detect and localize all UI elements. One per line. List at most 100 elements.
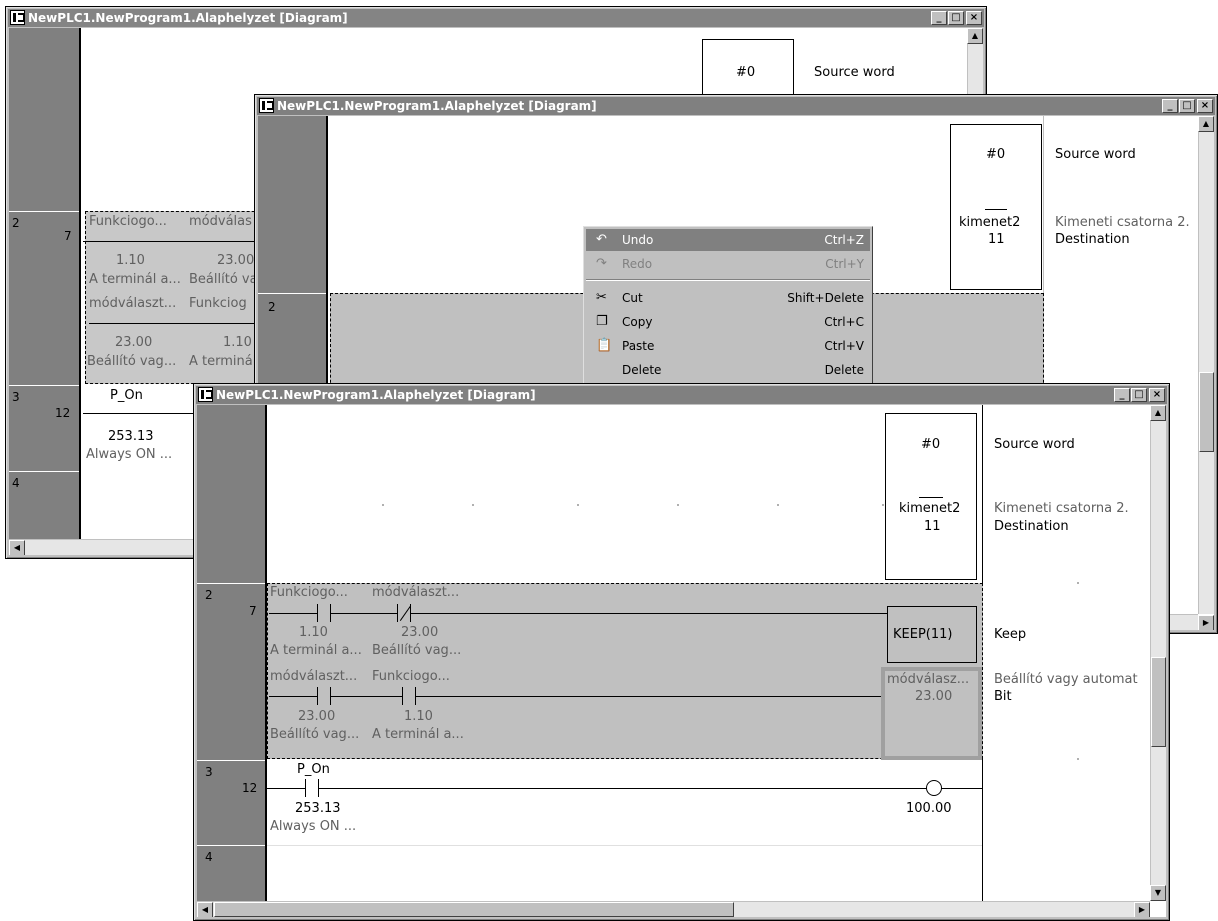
destination-address: 11 bbox=[988, 232, 1005, 247]
scroll-thumb[interactable] bbox=[214, 902, 734, 917]
scroll-down-button[interactable]: ▼ bbox=[1150, 885, 1166, 901]
app-icon bbox=[10, 10, 25, 25]
horizontal-scrollbar[interactable]: ◀ ▶ bbox=[197, 901, 1150, 917]
destination-label: Destination bbox=[994, 519, 1069, 534]
minimize-button[interactable]: _ bbox=[1162, 99, 1178, 113]
contact-comment: A terminál bbox=[189, 354, 257, 369]
keep-instruction-label: KEEP(11) bbox=[893, 627, 953, 642]
close-button[interactable]: × bbox=[1149, 388, 1165, 402]
menu-item-paste[interactable]: 📋 Paste Ctrl+V bbox=[586, 335, 870, 357]
maximize-button[interactable]: □ bbox=[1131, 388, 1147, 402]
contact-name: Funkciogo... bbox=[270, 585, 348, 600]
window-title: NewPLC1.NewProgram1.Alaphelyzet [Diagram… bbox=[216, 388, 536, 402]
rung-number: 2 bbox=[268, 300, 276, 314]
step-number: 12 bbox=[242, 781, 258, 795]
window-title-bar[interactable]: NewPLC1.NewProgram1.Alaphelyzet [Diagram… bbox=[196, 386, 1167, 404]
contact-name: módválaszt... bbox=[89, 296, 177, 311]
vertical-scrollbar[interactable]: ▲ ▼ bbox=[1150, 405, 1166, 901]
rung-gutter bbox=[197, 405, 267, 917]
vertical-scrollbar[interactable]: ▲ bbox=[1198, 116, 1214, 614]
diagram-canvas[interactable]: 2 7 3 12 4 #0 kimenet2 11 Source word Ki… bbox=[197, 405, 1166, 917]
minimize-button[interactable]: _ bbox=[1114, 388, 1130, 402]
menu-item-label: Undo bbox=[622, 233, 654, 247]
step-number: 7 bbox=[64, 229, 72, 243]
app-icon bbox=[259, 98, 274, 113]
contact-comment: A terminál a... bbox=[89, 272, 181, 287]
menu-separator bbox=[586, 279, 870, 281]
contact-comment: Beállító vag... bbox=[87, 354, 177, 369]
contact-comment: Always ON ... bbox=[270, 819, 357, 834]
rung-wire bbox=[269, 613, 888, 614]
contact-comment: A terminál a... bbox=[270, 643, 362, 658]
bit-description: Beállító vagy automat bbox=[994, 672, 1138, 687]
menu-item-redo[interactable]: ↷ Redo Ctrl+Y bbox=[586, 253, 870, 275]
minimize-button[interactable]: _ bbox=[931, 11, 947, 25]
source-value: #0 bbox=[736, 65, 756, 80]
destination-address: 11 bbox=[924, 519, 941, 534]
scroll-right-button[interactable]: ▶ bbox=[1134, 902, 1150, 917]
contact-comment: Beállító va bbox=[189, 272, 258, 287]
destination-symbol: kimenet2 bbox=[959, 215, 1021, 230]
window-title-bar[interactable]: NewPLC1.NewProgram1.Alaphelyzet [Diagram… bbox=[257, 97, 1215, 115]
close-button[interactable]: × bbox=[1197, 99, 1213, 113]
nc-contact-icon bbox=[397, 604, 411, 622]
close-button[interactable]: × bbox=[966, 11, 982, 25]
paste-icon: 📋 bbox=[596, 338, 613, 353]
scroll-up-button[interactable]: ▲ bbox=[1198, 116, 1214, 132]
contact-address: 23.00 bbox=[217, 253, 255, 268]
scissors-icon: ✂ bbox=[596, 290, 607, 305]
contact-comment: Beállító vag... bbox=[270, 727, 360, 742]
rung-wire bbox=[267, 788, 982, 789]
coil-icon[interactable] bbox=[926, 780, 942, 796]
no-contact-icon bbox=[402, 687, 416, 705]
maximize-button[interactable]: □ bbox=[1179, 99, 1195, 113]
scroll-up-button[interactable]: ▲ bbox=[1150, 405, 1166, 421]
contact-address: 1.10 bbox=[116, 253, 145, 268]
menu-item-label: Cut bbox=[622, 291, 643, 305]
destination-symbol: kimenet2 bbox=[899, 501, 961, 516]
menu-item-copy[interactable]: ❐ Copy Ctrl+C bbox=[586, 311, 870, 333]
scroll-left-button[interactable]: ◀ bbox=[9, 540, 25, 555]
window-title: NewPLC1.NewProgram1.Alaphelyzet [Diagram… bbox=[277, 99, 597, 113]
menu-item-shortcut: Shift+Delete bbox=[787, 291, 864, 305]
scroll-right-button[interactable]: ▶ bbox=[1198, 615, 1214, 630]
scroll-thumb[interactable] bbox=[1151, 657, 1166, 747]
diagram-window-front[interactable]: NewPLC1.NewProgram1.Alaphelyzet [Diagram… bbox=[193, 383, 1170, 921]
scroll-thumb[interactable] bbox=[1199, 372, 1214, 452]
menu-item-delete[interactable]: Delete Delete bbox=[586, 359, 870, 381]
rung-number: 3 bbox=[205, 765, 213, 779]
menu-item-undo[interactable]: ↶ Undo Ctrl+Z bbox=[586, 229, 870, 251]
contact-address: 23.00 bbox=[401, 625, 439, 640]
contact-name: módválaszt... bbox=[270, 669, 358, 684]
coil-address: 100.00 bbox=[906, 801, 952, 816]
menu-item-label: Paste bbox=[622, 339, 655, 353]
redo-icon: ↷ bbox=[596, 256, 607, 271]
contact-comment: Always ON ... bbox=[86, 447, 173, 462]
rung-number: 4 bbox=[12, 476, 20, 490]
contact-address: 23.00 bbox=[298, 709, 336, 724]
window-title-bar[interactable]: NewPLC1.NewProgram1.Alaphelyzet [Diagram… bbox=[8, 9, 984, 27]
contact-name: P_On bbox=[110, 388, 143, 403]
contact-comment: Beállító vag... bbox=[372, 643, 462, 658]
scroll-up-button[interactable]: ▲ bbox=[967, 28, 983, 44]
menu-item-shortcut: Delete bbox=[824, 363, 864, 377]
bit-symbol: módválasz... bbox=[887, 672, 970, 687]
contact-address: 1.10 bbox=[299, 625, 328, 640]
bit-label: Bit bbox=[994, 689, 1012, 704]
menu-item-label: Copy bbox=[622, 315, 653, 329]
contact-address: 1.10 bbox=[223, 335, 252, 350]
contact-name: P_On bbox=[297, 762, 330, 777]
contact-name: Funkciog bbox=[189, 296, 247, 311]
maximize-button[interactable]: □ bbox=[948, 11, 964, 25]
source-description: Source word bbox=[994, 437, 1075, 452]
scroll-left-button[interactable]: ◀ bbox=[197, 902, 213, 917]
rung-number: 3 bbox=[12, 390, 20, 404]
no-contact-icon bbox=[317, 604, 331, 622]
destination-label: Destination bbox=[1055, 232, 1130, 247]
source-description: Source word bbox=[814, 65, 895, 80]
menu-item-cut[interactable]: ✂ Cut Shift+Delete bbox=[586, 287, 870, 309]
contact-address: 253.13 bbox=[108, 429, 154, 444]
window-title: NewPLC1.NewProgram1.Alaphelyzet [Diagram… bbox=[28, 11, 348, 25]
step-number: 7 bbox=[249, 604, 257, 618]
menu-item-shortcut: Ctrl+V bbox=[824, 339, 864, 353]
